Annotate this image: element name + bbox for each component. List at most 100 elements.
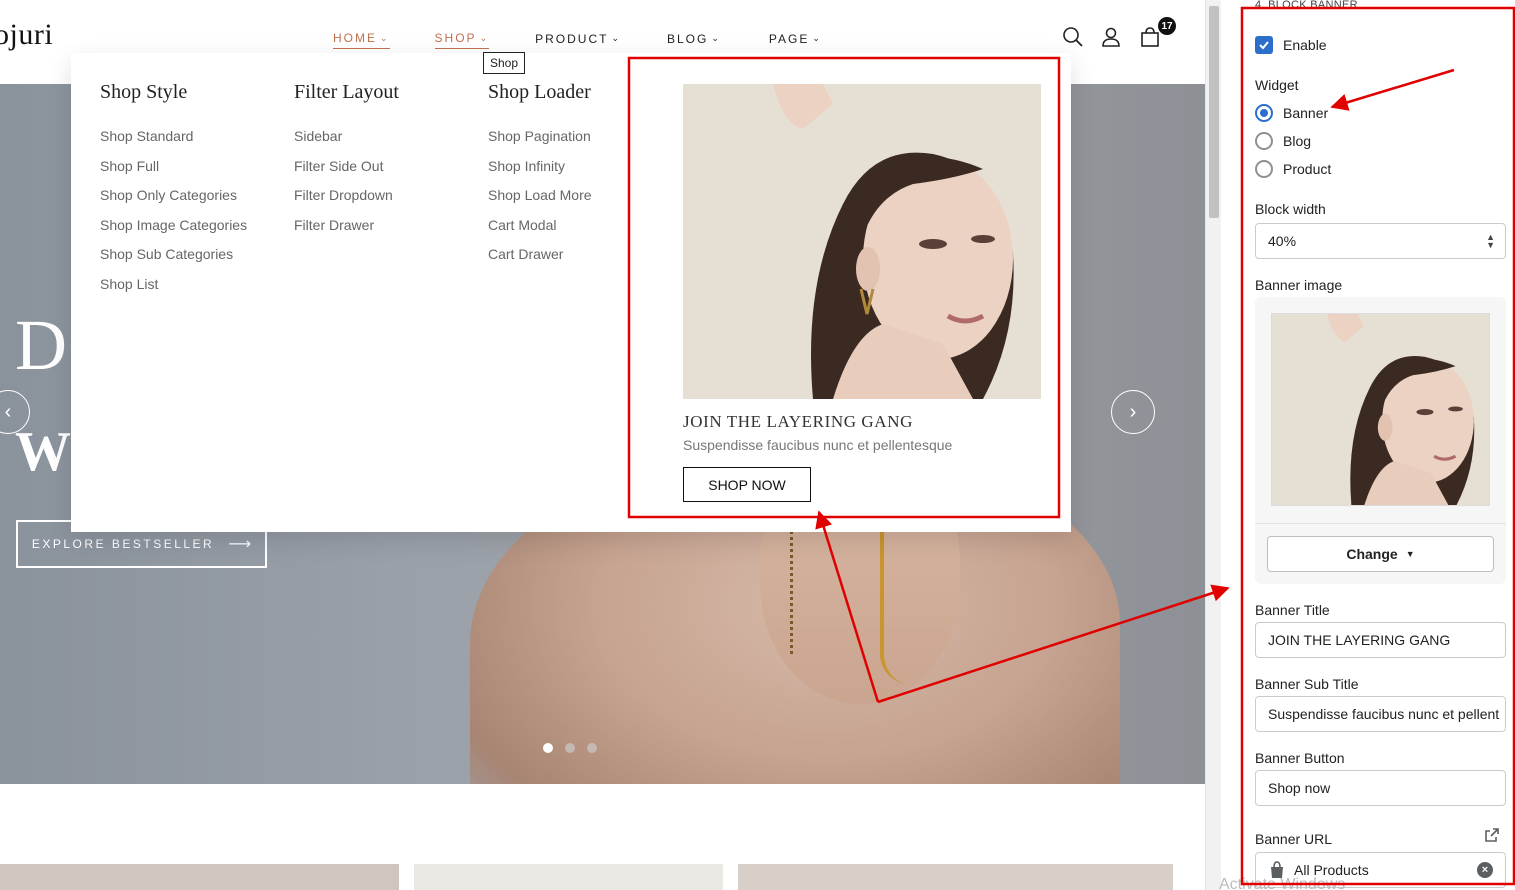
chevron-left-icon: ‹	[4, 400, 12, 423]
mega-banner-image[interactable]	[683, 84, 1041, 399]
mega-menu-link[interactable]: Cart Modal	[488, 211, 592, 241]
widget-radio-blog[interactable]	[1255, 132, 1273, 150]
external-link-icon[interactable]	[1484, 827, 1500, 843]
hero-heading-line1: D	[15, 305, 67, 385]
preview-scrollbar[interactable]	[1205, 0, 1221, 890]
arrow-right-icon: ⟶	[228, 536, 252, 553]
banner-subtitle-label: Banner Sub Title	[1255, 676, 1359, 692]
nav-item-blog[interactable]: BLOG ⌄	[667, 31, 721, 49]
chevron-down-icon: ⌄	[380, 32, 390, 43]
settings-panel: 4. BLOCK BANNER Enable Widget Banner Blo…	[1219, 0, 1515, 890]
mega-banner-title: JOIN THE LAYERING GANG	[683, 412, 913, 431]
shop-now-button[interactable]: SHOP NOW	[683, 467, 811, 502]
mega-menu-link[interactable]: Shop Sub Categories	[100, 240, 247, 270]
nav-label: PAGE	[768, 31, 810, 46]
mega-menu-link[interactable]: Cart Drawer	[488, 240, 592, 270]
nav-item-home[interactable]: HOME ⌄	[333, 31, 390, 49]
mega-column-shop-loader: Shop Loader Shop Pagination Shop Infinit…	[488, 81, 592, 270]
chevron-down-icon: ⌄	[479, 32, 490, 43]
nav-item-page[interactable]: PAGE ⌄	[769, 31, 822, 49]
mega-menu-link[interactable]: Shop Full	[100, 152, 247, 182]
thumbnail-image[interactable]	[414, 864, 723, 890]
main-nav: HOME ⌄ SHOP ⌄ PRODUCT ⌄ BLOG ⌄ PAGE ⌄	[333, 31, 866, 49]
product-thumbnails	[0, 864, 1205, 890]
chevron-down-icon: ⌄	[711, 33, 721, 43]
search-icon[interactable]	[1062, 26, 1084, 48]
mega-menu-link[interactable]: Shop Only Categories	[100, 181, 247, 211]
widget-option-label: Product	[1283, 161, 1332, 177]
mega-column-title: Filter Layout	[294, 81, 399, 103]
widget-label: Widget	[1255, 77, 1299, 93]
mega-menu-link[interactable]: Filter Dropdown	[294, 181, 399, 211]
nav-item-shop[interactable]: SHOP ⌄	[434, 31, 490, 49]
site-logo[interactable]: ojuri	[0, 18, 53, 52]
chevron-right-icon: ›	[1129, 400, 1137, 423]
chevron-down-icon: ⌄	[812, 33, 822, 43]
enable-label: Enable	[1283, 37, 1327, 53]
mega-menu-link[interactable]: Shop List	[100, 270, 247, 300]
user-icon[interactable]	[1100, 26, 1122, 48]
mega-menu-link[interactable]: Shop Load More	[488, 181, 592, 211]
mega-menu-link[interactable]: Filter Drawer	[294, 211, 399, 241]
change-image-button[interactable]: Change ▼	[1267, 536, 1494, 572]
scrollbar-thumb[interactable]	[1209, 6, 1219, 218]
cart-count-badge: 17	[1158, 17, 1176, 35]
explore-label: EXPLORE BESTSELLER	[31, 537, 215, 551]
nav-label: HOME	[333, 31, 377, 45]
checkmark-icon	[1259, 41, 1269, 50]
shop-mega-menu: Shop Style Shop Standard Shop Full Shop …	[71, 53, 1071, 532]
mega-menu-link[interactable]: Shop Pagination	[488, 122, 592, 152]
thumbnail-image[interactable]	[0, 864, 399, 890]
enable-checkbox[interactable]	[1255, 36, 1273, 54]
change-label: Change	[1346, 546, 1398, 562]
page-root: D W EXPLORE BESTSELLER ⟶ ‹ › ojuri HOME …	[0, 0, 1515, 890]
banner-button-input[interactable]: Shop now	[1255, 770, 1506, 806]
banner-image-label: Banner image	[1255, 277, 1343, 293]
banner-url-label: Banner URL	[1255, 831, 1333, 847]
mega-menu-link[interactable]: Shop Standard	[100, 122, 247, 152]
nav-label: BLOG	[667, 31, 709, 46]
mega-column-shop-style: Shop Style Shop Standard Shop Full Shop …	[100, 81, 247, 299]
storefront-preview: D W EXPLORE BESTSELLER ⟶ ‹ › ojuri HOME …	[0, 0, 1205, 890]
widget-radio-product[interactable]	[1255, 160, 1273, 178]
clear-icon[interactable]: ×	[1477, 862, 1493, 878]
mega-column-title: Shop Loader	[488, 81, 591, 103]
hero-image-necklace	[790, 524, 800, 654]
section-title: 4. BLOCK BANNER	[1255, 0, 1358, 11]
mega-column-filter-layout: Filter Layout Sidebar Filter Side Out Fi…	[294, 81, 399, 240]
block-width-value: 40%	[1268, 233, 1297, 249]
banner-title-input[interactable]: JOIN THE LAYERING GANG	[1255, 622, 1506, 658]
nav-label: PRODUCT	[535, 31, 609, 46]
mega-menu-link[interactable]: Shop Image Categories	[100, 211, 247, 241]
mega-menu-link[interactable]: Sidebar	[294, 122, 399, 152]
model-portrait-thumbnail	[1272, 314, 1489, 505]
hero-heading-line2: W	[15, 421, 71, 483]
slider-next-button[interactable]: ›	[1111, 390, 1155, 434]
mega-banner-subtitle: Suspendisse faucibus nunc et pellentesqu…	[683, 437, 953, 453]
widget-radio-banner[interactable]	[1255, 104, 1273, 122]
banner-title-label: Banner Title	[1255, 602, 1330, 618]
slider-dots	[543, 743, 609, 753]
divider	[1255, 523, 1506, 524]
nav-label: SHOP	[434, 31, 477, 45]
slider-dot[interactable]	[565, 743, 575, 753]
widget-option-label: Banner	[1283, 105, 1329, 121]
slider-dot[interactable]	[587, 743, 597, 753]
banner-subtitle-input[interactable]: Suspendisse faucibus nunc et pellent	[1255, 696, 1506, 732]
select-caret-icon: ▲ ▼	[1486, 232, 1495, 250]
slider-dot[interactable]	[543, 743, 553, 753]
caret-down-icon: ▼	[1405, 549, 1415, 559]
mega-menu-link[interactable]: Shop Infinity	[488, 152, 592, 182]
mega-column-title: Shop Style	[100, 81, 188, 103]
windows-activation-watermark: Activate Windows	[1219, 876, 1346, 890]
hero-image-necklace-gold	[880, 524, 910, 684]
banner-button-label: Banner Button	[1255, 750, 1345, 766]
block-width-select[interactable]: 40% ▲ ▼	[1255, 223, 1506, 259]
block-width-label: Block width	[1255, 201, 1326, 217]
mega-menu-link[interactable]: Filter Side Out	[294, 152, 399, 182]
banner-image-preview[interactable]	[1271, 313, 1490, 506]
model-portrait-image	[683, 84, 1041, 399]
nav-item-product[interactable]: PRODUCT ⌄	[535, 31, 621, 49]
thumbnail-image[interactable]	[738, 864, 1173, 890]
widget-option-label: Blog	[1283, 133, 1312, 149]
